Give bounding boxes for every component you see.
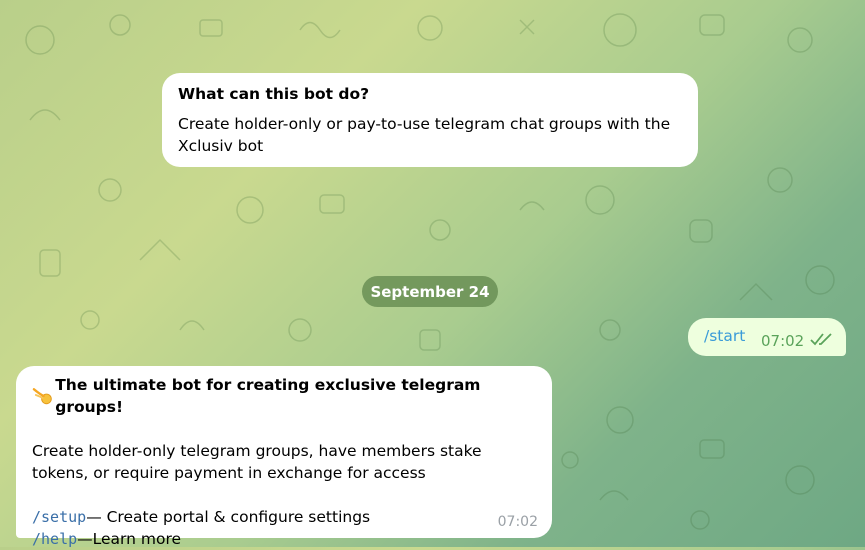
- bot-message-headline-text: The ultimate bot for creating exclusive …: [55, 376, 481, 416]
- bot-description-text: Create holder-only or pay-to-use telegra…: [178, 115, 671, 155]
- bot-message-paragraph: Create holder-only telegram groups, have…: [32, 442, 482, 482]
- outgoing-message-text[interactable]: /start: [704, 327, 745, 345]
- bot-message[interactable]: The ultimate bot for creating exclusive …: [16, 366, 552, 548]
- comet-icon: [32, 388, 52, 405]
- command-help-link[interactable]: /help: [32, 530, 77, 548]
- bot-message-headline: The ultimate bot for creating exclusive …: [32, 374, 536, 418]
- outgoing-message[interactable]: /start 07:02: [688, 318, 846, 356]
- command-help-description: —Learn more: [77, 530, 182, 548]
- bot-description-title: What can this bot do?: [178, 85, 370, 103]
- double-check-icon: [810, 333, 832, 346]
- bot-description-card: What can this bot do? Create holder-only…: [162, 73, 698, 167]
- command-setup-link[interactable]: /setup: [32, 508, 86, 526]
- outgoing-message-time: 07:02: [761, 332, 805, 350]
- bot-message-time: 07:02: [497, 514, 538, 530]
- command-line-setup: /setup— Create portal & configure settin…: [32, 506, 536, 528]
- date-separator[interactable]: September 24: [362, 276, 498, 307]
- command-setup-description: — Create portal & configure settings: [86, 508, 371, 526]
